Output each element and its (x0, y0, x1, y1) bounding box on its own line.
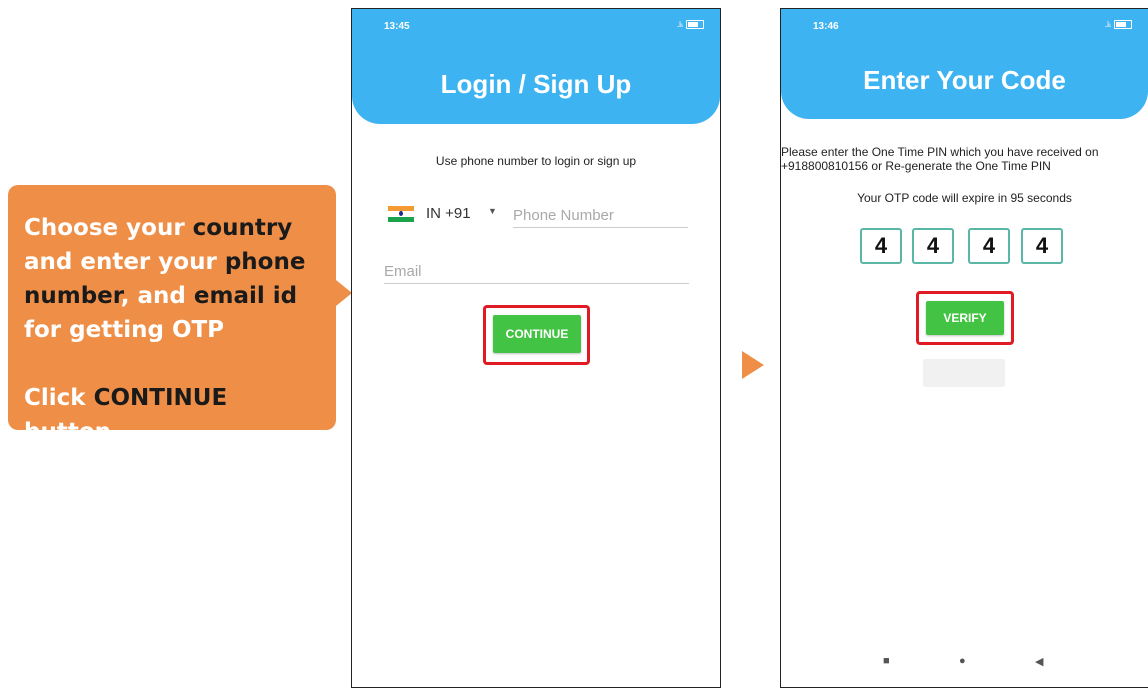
page-title: Enter Your Code (863, 65, 1066, 95)
otp-instruction: Please enter the One Time PIN which you … (781, 145, 1099, 173)
callout-keyword: email id (193, 283, 298, 309)
battery-icon (686, 20, 704, 29)
status-icons: ⫡ (677, 19, 704, 30)
battery-icon (1114, 20, 1132, 29)
instruction-callout: Choose your country and enter your phone… (8, 185, 336, 445)
app-header: 13:46 ⫡ Enter Your Code (781, 9, 1148, 119)
callout-pointer-icon (336, 280, 352, 306)
otp-digit-input[interactable]: 4 (1021, 228, 1063, 264)
callout-text: , and (120, 283, 194, 309)
otp-digit-input[interactable]: 4 (912, 228, 954, 264)
signal-icon: ⫡ (1104, 19, 1111, 29)
callout-keyword: phone (224, 249, 306, 275)
otp-digit-input[interactable]: 4 (968, 228, 1010, 264)
continue-button[interactable]: CONTINUE (493, 315, 581, 353)
status-time: 13:46 (813, 21, 839, 32)
status-icons: ⫡ (1105, 19, 1132, 30)
arrow-right-icon (742, 351, 764, 379)
otp-expiry: Your OTP code will expire in 95 seconds (857, 191, 1072, 205)
login-screen: 13:45 ⫡ Login / Sign Up Use phone number… (351, 8, 721, 688)
status-time: 13:45 (384, 21, 410, 32)
nav-back-icon[interactable]: ◀ (1035, 655, 1043, 668)
phone-number-input[interactable] (513, 203, 688, 228)
app-header: 13:45 ⫡ Login / Sign Up (352, 9, 720, 124)
signal-icon: ⫡ (676, 19, 683, 29)
otp-screen: 13:46 ⫡ Enter Your Code Please enter the… (780, 8, 1148, 688)
otp-digit-input[interactable]: 4 (860, 228, 902, 264)
callout-keyword: CONTINUE (93, 385, 228, 411)
callout-keyword: country (192, 215, 293, 241)
india-flag-icon[interactable] (388, 206, 414, 222)
login-hint: Use phone number to login or sign up (435, 154, 637, 168)
page-title: Login / Sign Up (440, 69, 632, 99)
callout-text: for getting OTP (24, 317, 225, 343)
verify-button[interactable]: VERIFY (926, 301, 1004, 335)
email-input[interactable] (384, 259, 689, 284)
callout-text: Click (24, 385, 94, 411)
country-code-selector[interactable]: IN +91 (426, 205, 471, 222)
nav-square-icon[interactable]: ■ (883, 655, 890, 667)
nav-circle-icon[interactable]: ● (959, 655, 966, 667)
callout-keyword: number (24, 283, 121, 309)
dropdown-caret-icon[interactable]: ▼ (488, 206, 497, 216)
callout-text: Choose your (24, 215, 193, 241)
callout-text: button. (24, 419, 120, 445)
resend-button[interactable]: RESEND (923, 359, 1005, 387)
callout-text: and enter your (24, 249, 225, 275)
